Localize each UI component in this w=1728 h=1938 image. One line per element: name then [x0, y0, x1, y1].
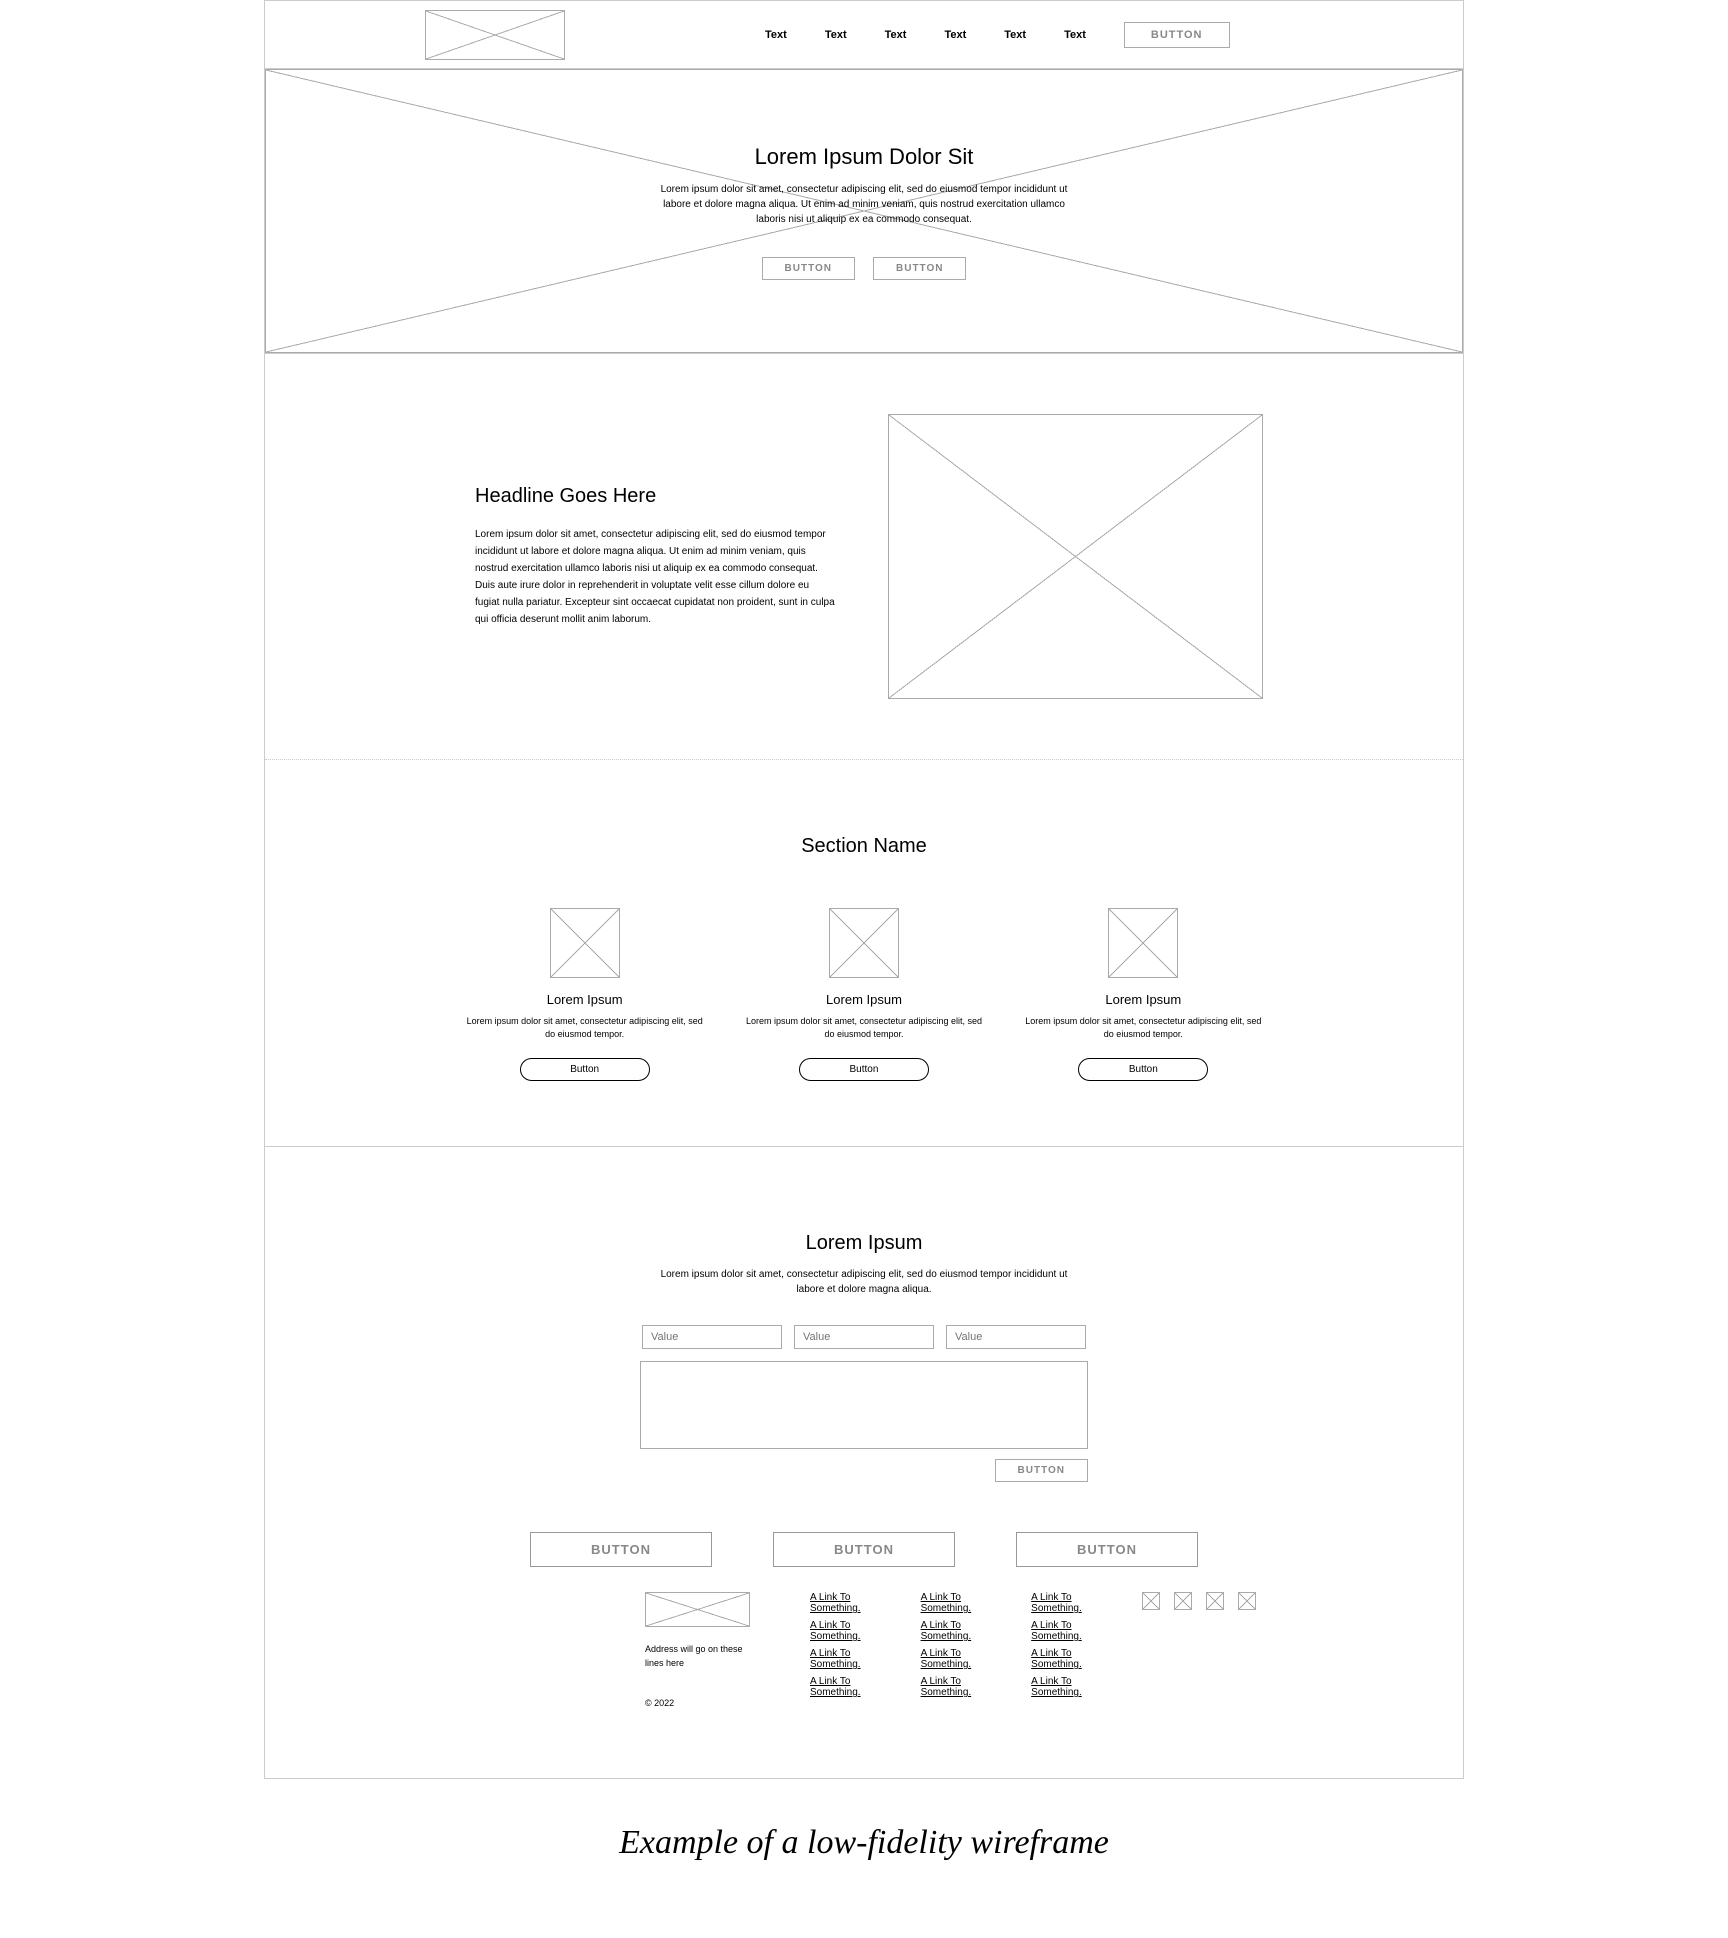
footer-link[interactable]: A Link To Something.: [1031, 1592, 1082, 1614]
card-grid-section: Section Name Lorem Ipsum Lorem ipsum dol…: [265, 760, 1463, 1147]
footer-link[interactable]: A Link To Something.: [810, 1648, 861, 1670]
form-input-1[interactable]: [642, 1325, 782, 1349]
nav-link[interactable]: Text: [944, 29, 966, 41]
form-input-3[interactable]: [946, 1325, 1086, 1349]
hero-section: Lorem Ipsum Dolor Sit Lorem ipsum dolor …: [265, 69, 1463, 354]
nav-link[interactable]: Text: [825, 29, 847, 41]
nav-link[interactable]: Text: [1004, 29, 1026, 41]
cta-row: BUTTON BUTTON BUTTON: [465, 1532, 1263, 1567]
footer-link[interactable]: A Link To Something.: [921, 1648, 972, 1670]
twocol-headline: Headline Goes Here: [475, 485, 848, 508]
footer-link[interactable]: A Link To Something.: [1031, 1620, 1082, 1642]
social-icon[interactable]: [1174, 1592, 1192, 1610]
hero-title: Lorem Ipsum Dolor Sit: [265, 144, 1463, 170]
card-title: Lorem Ipsum: [826, 992, 902, 1007]
contact-form-section: Lorem Ipsum Lorem ipsum dolor sit amet, …: [265, 1147, 1463, 1778]
footer-link[interactable]: A Link To Something.: [921, 1676, 972, 1698]
footer-link[interactable]: A Link To Something.: [921, 1592, 972, 1614]
feature-card: Lorem Ipsum Lorem ipsum dolor sit amet, …: [1024, 908, 1263, 1081]
footer-link[interactable]: A Link To Something.: [1031, 1676, 1082, 1698]
social-icon[interactable]: [1142, 1592, 1160, 1610]
card-button[interactable]: Button: [799, 1058, 929, 1081]
site-header: Text Text Text Text Text Text BUTTON: [265, 1, 1463, 69]
logo-placeholder: [425, 10, 565, 60]
cta-button-2[interactable]: BUTTON: [773, 1532, 955, 1567]
footer-link[interactable]: A Link To Something.: [810, 1620, 861, 1642]
twocol-image-placeholder: [888, 414, 1263, 699]
footer-address: Address will go on these lines here: [645, 1643, 750, 1670]
nav-link[interactable]: Text: [765, 29, 787, 41]
card-title: Lorem Ipsum: [1105, 992, 1181, 1007]
feature-card: Lorem Ipsum Lorem ipsum dolor sit amet, …: [744, 908, 983, 1081]
card-body: Lorem ipsum dolor sit amet, consectetur …: [744, 1015, 983, 1040]
footer-link[interactable]: A Link To Something.: [921, 1620, 972, 1642]
footer-link-column: A Link To Something. A Link To Something…: [810, 1592, 861, 1708]
form-body: Lorem ipsum dolor sit amet, consectetur …: [654, 1267, 1074, 1297]
form-input-2[interactable]: [794, 1325, 934, 1349]
card-button[interactable]: Button: [1078, 1058, 1208, 1081]
two-column-section: Headline Goes Here Lorem ipsum dolor sit…: [265, 354, 1463, 760]
social-icon[interactable]: [1238, 1592, 1256, 1610]
card-title: Lorem Ipsum: [547, 992, 623, 1007]
grid-title: Section Name: [465, 835, 1263, 858]
footer-link-column: A Link To Something. A Link To Something…: [1031, 1592, 1082, 1708]
card-image-placeholder: [1108, 908, 1178, 978]
feature-card: Lorem Ipsum Lorem ipsum dolor sit amet, …: [465, 908, 704, 1081]
card-image-placeholder: [550, 908, 620, 978]
form-submit-button[interactable]: BUTTON: [995, 1459, 1088, 1482]
hero-body: Lorem ipsum dolor sit amet, consectetur …: [654, 182, 1074, 227]
card-body: Lorem ipsum dolor sit amet, consectetur …: [465, 1015, 704, 1040]
hero-button-secondary[interactable]: BUTTON: [873, 257, 966, 280]
nav-link[interactable]: Text: [1064, 29, 1086, 41]
footer-link[interactable]: A Link To Something.: [1031, 1648, 1082, 1670]
header-cta-button[interactable]: BUTTON: [1124, 22, 1230, 48]
footer-copyright: © 2022: [645, 1698, 750, 1708]
footer-logo-placeholder: [645, 1592, 750, 1627]
figure-caption: Example of a low-fidelity wireframe: [0, 1824, 1728, 1902]
card-image-placeholder: [829, 908, 899, 978]
cta-button-3[interactable]: BUTTON: [1016, 1532, 1198, 1567]
form-textarea[interactable]: [640, 1361, 1088, 1449]
nav-link[interactable]: Text: [885, 29, 907, 41]
card-button[interactable]: Button: [520, 1058, 650, 1081]
site-footer: Address will go on these lines here © 20…: [465, 1592, 1263, 1728]
card-body: Lorem ipsum dolor sit amet, consectetur …: [1024, 1015, 1263, 1040]
hero-button-primary[interactable]: BUTTON: [762, 257, 855, 280]
footer-social-row: [1142, 1592, 1256, 1708]
primary-nav: Text Text Text Text Text Text: [765, 29, 1086, 41]
twocol-body: Lorem ipsum dolor sit amet, consectetur …: [475, 526, 835, 628]
footer-link-column: A Link To Something. A Link To Something…: [921, 1592, 972, 1708]
footer-link[interactable]: A Link To Something.: [810, 1676, 861, 1698]
footer-link[interactable]: A Link To Something.: [810, 1592, 861, 1614]
cta-button-1[interactable]: BUTTON: [530, 1532, 712, 1567]
social-icon[interactable]: [1206, 1592, 1224, 1610]
form-title: Lorem Ipsum: [465, 1232, 1263, 1255]
